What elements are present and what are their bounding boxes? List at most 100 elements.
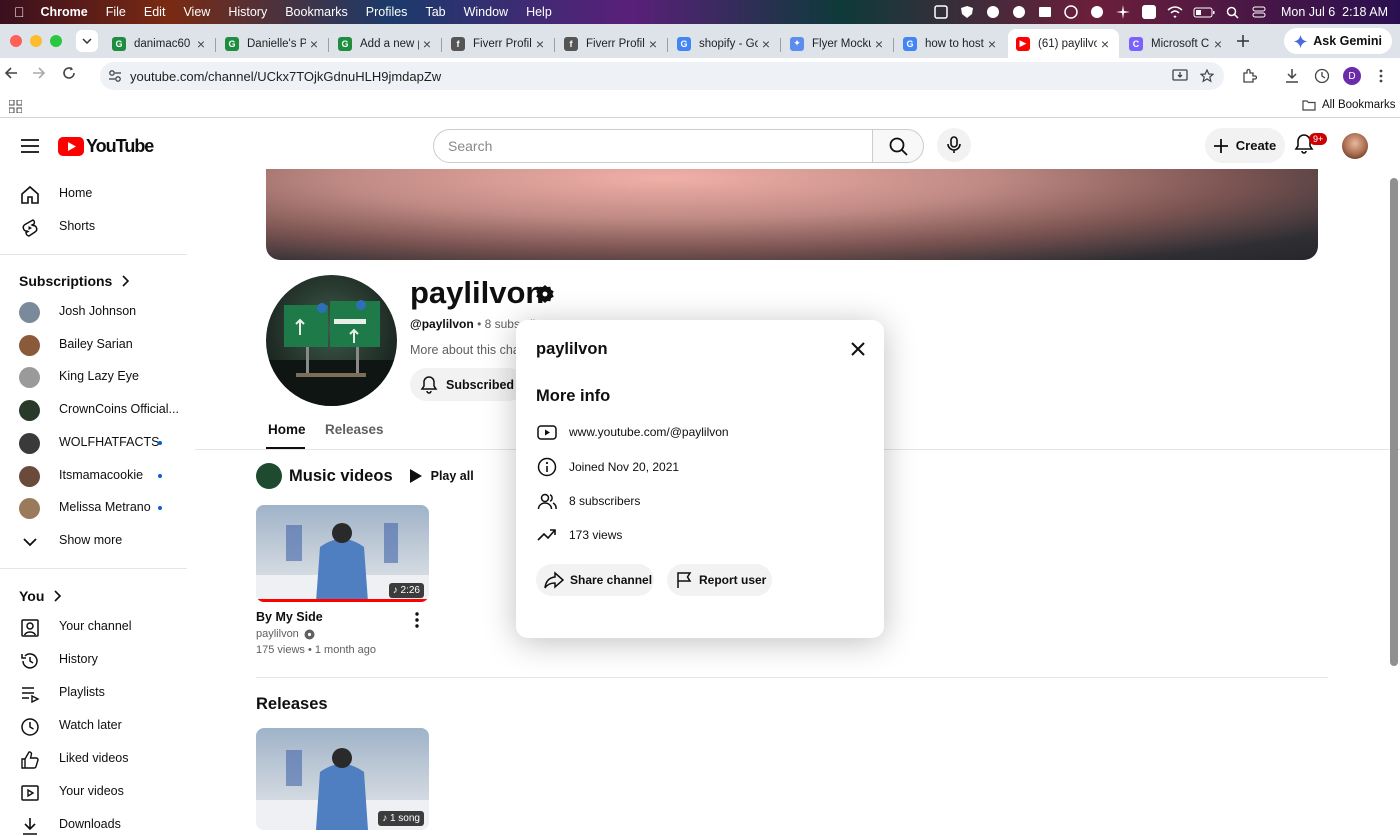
video-title[interactable]: By My Side xyxy=(256,610,323,624)
sidebar-subscription-item[interactable]: WOLFHATFACTS xyxy=(0,427,190,459)
tab-close-icon[interactable]: × xyxy=(758,36,774,52)
channel-avatar[interactable] xyxy=(266,275,397,406)
channel-url-link[interactable]: www.youtube.com/@paylilvon xyxy=(569,425,729,439)
bookmark-star-icon[interactable] xyxy=(1200,69,1214,83)
browser-tab[interactable]: Gshopify - Go × xyxy=(669,29,780,58)
shelf-channel-avatar[interactable] xyxy=(256,463,282,489)
menu-bookmarks[interactable]: Bookmarks xyxy=(285,5,348,19)
wifi-icon[interactable] xyxy=(1167,4,1183,20)
battery-icon[interactable] xyxy=(1193,4,1215,20)
sidebar-subscription-item[interactable]: Josh Johnson xyxy=(0,296,190,328)
tab-home[interactable]: Home xyxy=(268,422,306,437)
video-channel-name[interactable]: paylilvon xyxy=(256,628,299,640)
control-center-icon[interactable] xyxy=(1251,4,1267,20)
release-thumbnail[interactable]: ♪ 1 song xyxy=(256,728,429,830)
hamburger-menu-icon[interactable] xyxy=(21,139,39,153)
sidebar-subscription-item[interactable]: Melissa Metrano xyxy=(0,492,190,524)
tab-close-icon[interactable]: × xyxy=(193,36,209,52)
sidebar-item-your-channel[interactable]: Your channel xyxy=(0,611,190,643)
profile-avatar[interactable]: D xyxy=(1343,67,1361,85)
tab-releases[interactable]: Releases xyxy=(325,422,384,437)
account-avatar[interactable] xyxy=(1342,133,1368,159)
forward-button[interactable] xyxy=(32,66,62,80)
menubar-clock[interactable]: Mon Jul 6 2:18 AM xyxy=(1281,5,1388,19)
video-thumbnail[interactable]: ♪ 2:26 xyxy=(256,505,429,602)
status-icon-1[interactable] xyxy=(933,4,949,20)
tab-search-button[interactable] xyxy=(76,30,98,52)
sidebar-item-history[interactable]: History xyxy=(0,644,190,676)
status-icon-b[interactable] xyxy=(1011,4,1027,20)
menu-history[interactable]: History xyxy=(228,5,267,19)
releases-heading[interactable]: Releases xyxy=(256,695,328,714)
create-button[interactable]: Create xyxy=(1205,128,1285,163)
close-window-button[interactable] xyxy=(10,35,22,47)
ask-gemini-button[interactable]: Ask Gemini xyxy=(1284,28,1392,54)
sidebar-subscription-item[interactable]: CrownCoins Official... xyxy=(0,394,190,426)
app-menu-chrome[interactable]: Chrome xyxy=(41,5,88,19)
minimize-window-button[interactable] xyxy=(30,35,42,47)
menu-file[interactable]: File xyxy=(106,5,126,19)
all-bookmarks-button[interactable]: All Bookmarks xyxy=(1302,99,1396,111)
browser-tab[interactable]: f Fiverr Profile × xyxy=(443,29,554,58)
tab-close-icon[interactable]: × xyxy=(1210,36,1226,52)
c-status-icon[interactable] xyxy=(1089,4,1105,20)
zoom-window-button[interactable] xyxy=(50,35,62,47)
menu-help[interactable]: Help xyxy=(526,5,552,19)
sidebar-item-playlists[interactable]: Playlists xyxy=(0,677,190,709)
you-heading[interactable]: You xyxy=(19,588,62,604)
tab-close-icon[interactable]: × xyxy=(1097,36,1113,52)
video-more-actions-icon[interactable] xyxy=(415,612,419,628)
site-settings-icon[interactable] xyxy=(108,69,122,83)
reload-button[interactable] xyxy=(62,66,92,80)
sidebar-subscription-item[interactable]: Bailey Sarian xyxy=(0,329,190,361)
youtube-logo[interactable]: YouTube xyxy=(58,136,154,157)
tab-close-icon[interactable]: × xyxy=(532,36,548,52)
subscriptions-heading[interactable]: Subscriptions xyxy=(19,273,130,289)
extensions-icon[interactable] xyxy=(1241,68,1257,84)
browser-tab[interactable]: ▶ (61) paylilvo × xyxy=(1008,29,1119,58)
new-tab-button[interactable] xyxy=(1233,31,1253,51)
tab-close-icon[interactable]: × xyxy=(306,36,322,52)
menu-profiles[interactable]: Profiles xyxy=(366,5,408,19)
sidebar-item-shorts[interactable]: Shorts xyxy=(0,211,190,243)
browser-tab[interactable]: Ghow to host × xyxy=(895,29,1006,58)
sidebar-item-your-videos[interactable]: Your videos xyxy=(0,776,190,808)
chrome-menu-icon[interactable] xyxy=(1379,69,1383,83)
sidebar-subscription-item[interactable]: Itsmamacookie xyxy=(0,460,190,492)
install-app-icon[interactable] xyxy=(1172,69,1188,83)
menu-edit[interactable]: Edit xyxy=(144,5,166,19)
compass-status-icon[interactable] xyxy=(985,4,1001,20)
browser-tab[interactable]: C Microsoft C × xyxy=(1121,29,1232,58)
menu-view[interactable]: View xyxy=(183,5,210,19)
sidebar-subscription-item[interactable]: King Lazy Eye xyxy=(0,361,190,393)
browser-tab[interactable]: G Add a new p × xyxy=(330,29,441,58)
menu-window[interactable]: Window xyxy=(464,5,508,19)
channel-description-link[interactable]: More about this char xyxy=(410,343,524,357)
apple-menu-icon[interactable]:  xyxy=(14,4,25,20)
star-status-icon[interactable] xyxy=(1141,4,1157,20)
show-more-button[interactable]: Show more xyxy=(0,525,190,557)
search-button[interactable] xyxy=(872,129,924,163)
sidebar-item-watch-later[interactable]: Watch later xyxy=(0,710,190,742)
shield-status-icon[interactable] xyxy=(959,4,975,20)
downloads-toolbar-icon[interactable] xyxy=(1284,68,1300,84)
back-button[interactable] xyxy=(4,66,34,80)
sidebar-item-downloads[interactable]: Downloads xyxy=(0,809,190,836)
browser-tab[interactable]: ✦ Flyer Mocku × xyxy=(782,29,893,58)
pdf-status-icon[interactable] xyxy=(1037,4,1053,20)
apps-grid-icon[interactable] xyxy=(9,100,22,113)
play-all-button[interactable]: Play all xyxy=(409,468,474,484)
tab-close-icon[interactable]: × xyxy=(871,36,887,52)
performance-icon[interactable] xyxy=(1314,68,1330,84)
spotlight-search-icon[interactable] xyxy=(1225,4,1241,20)
tab-close-icon[interactable]: × xyxy=(419,36,435,52)
sparkle-status-icon[interactable] xyxy=(1115,4,1131,20)
share-channel-button[interactable]: Share channel xyxy=(536,564,654,596)
sidebar-item-liked-videos[interactable]: Liked videos xyxy=(0,743,190,775)
close-icon[interactable] xyxy=(850,341,866,357)
voice-search-button[interactable] xyxy=(937,128,971,162)
browser-tab[interactable]: f Fiverr Profile × xyxy=(556,29,667,58)
search-input[interactable]: Search xyxy=(433,129,873,163)
browser-tab[interactable]: G Danielle's P × xyxy=(217,29,328,58)
tab-close-icon[interactable]: × xyxy=(984,36,1000,52)
